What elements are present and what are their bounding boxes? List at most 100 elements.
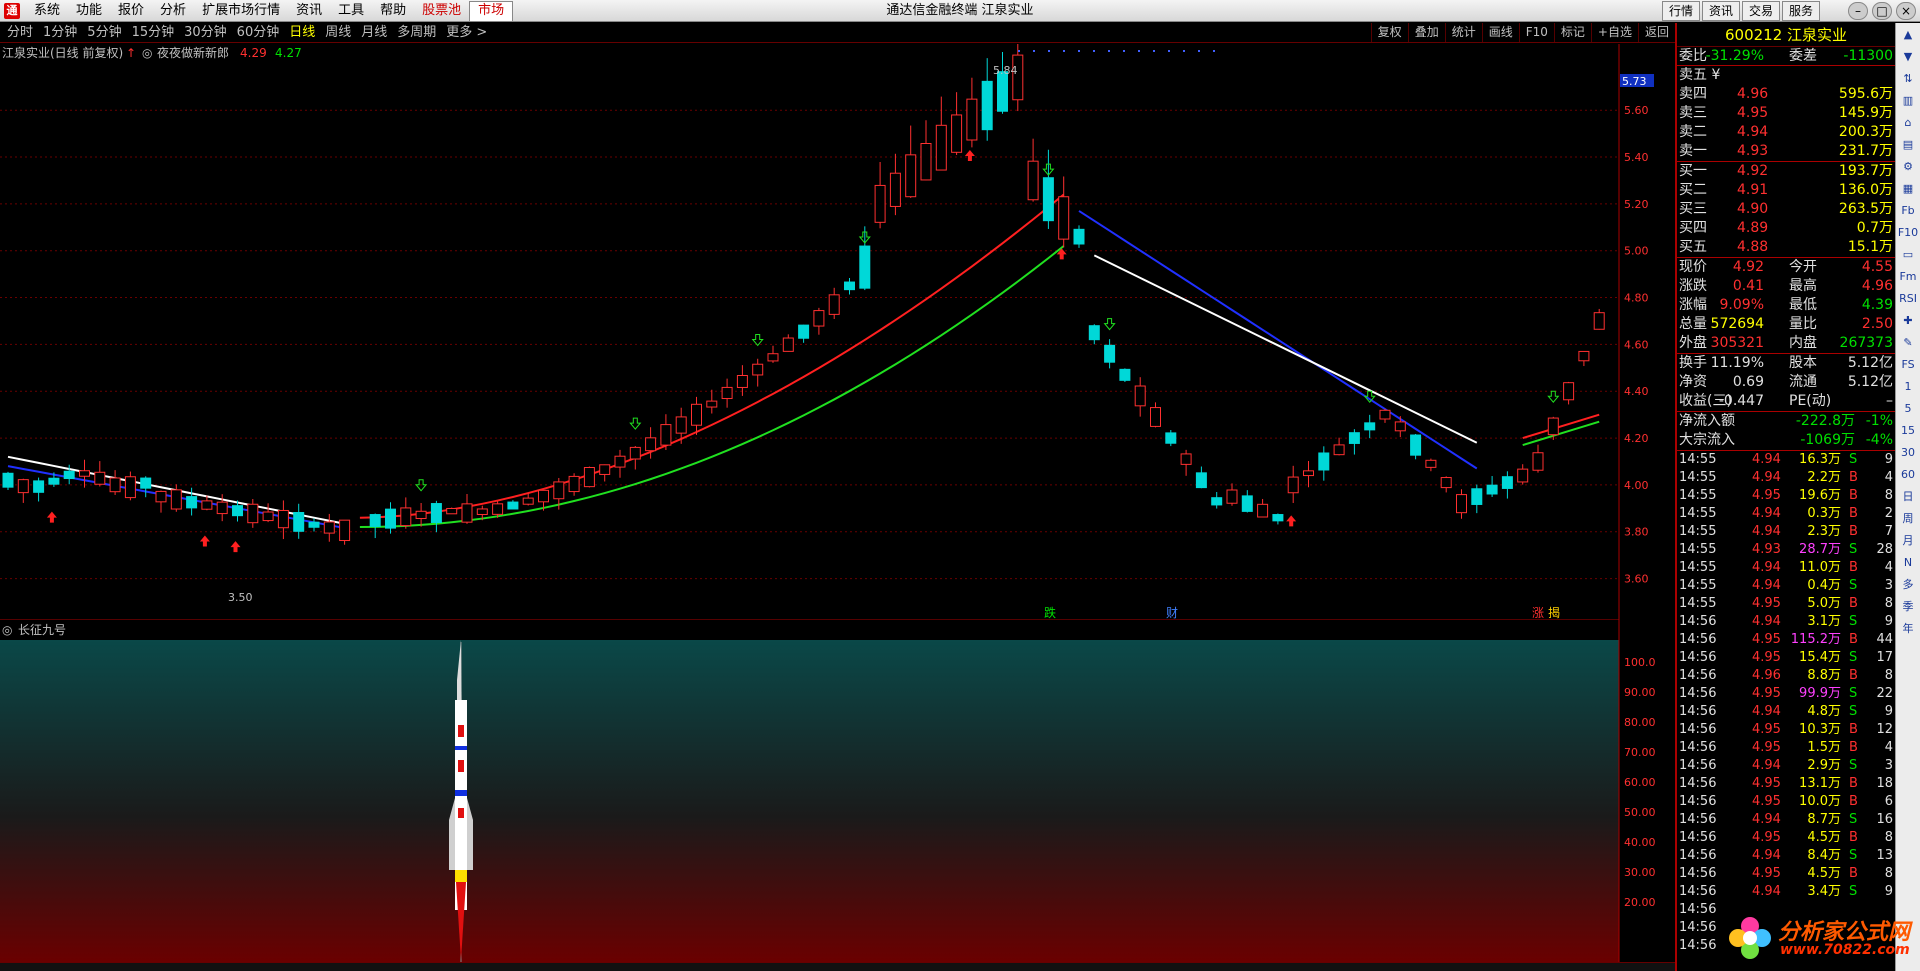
sub-tick-label: 100.0: [1624, 656, 1656, 669]
overlay-button[interactable]: 叠加: [1407, 23, 1445, 42]
add-watchlist-button[interactable]: +自选: [1590, 23, 1638, 42]
side-tool-8[interactable]: Fb: [1897, 201, 1919, 221]
period-tab-multi[interactable]: 多周期: [392, 23, 441, 43]
side-tool-25[interactable]: 多: [1897, 575, 1919, 595]
statistics-button[interactable]: 统计: [1444, 23, 1482, 42]
menu-item-extended-market[interactable]: 扩展市场行情: [194, 0, 288, 22]
side-tool-7[interactable]: ▦: [1897, 179, 1919, 199]
side-tool-19[interactable]: 30: [1897, 443, 1919, 463]
menu-item-quote[interactable]: 报价: [110, 0, 152, 22]
trade-button[interactable]: 交易: [1741, 1, 1780, 21]
side-tool-0[interactable]: ▲: [1897, 25, 1919, 45]
period-tab-timeshare[interactable]: 分时: [2, 23, 38, 43]
period-tab-1min[interactable]: 1分钟: [38, 23, 82, 43]
event-dot: [1108, 50, 1110, 52]
side-tool-12[interactable]: RSI: [1897, 289, 1919, 309]
menu-item-system[interactable]: 系统: [26, 0, 68, 22]
side-tool-21[interactable]: 日: [1897, 487, 1919, 507]
buy-level-row[interactable]: 买一 4.92 193.7万: [1677, 162, 1895, 181]
buy-level-row[interactable]: 买四 4.89 0.7万: [1677, 219, 1895, 238]
side-tool-22[interactable]: 周: [1897, 509, 1919, 529]
back-button[interactable]: 返回: [1637, 23, 1675, 42]
side-tool-26[interactable]: 季: [1897, 597, 1919, 617]
minimize-icon[interactable]: –: [1848, 2, 1868, 20]
buy-level-row[interactable]: 买二 4.91 136.0万: [1677, 181, 1895, 200]
tick-volume: 115.2万: [1790, 632, 1841, 647]
draw-line-button[interactable]: 画线: [1481, 23, 1519, 42]
current-price-tag-label: 5.73: [1622, 75, 1647, 88]
side-tool-15[interactable]: FS: [1897, 355, 1919, 375]
app-window: 通 系统 功能 报价 分析 扩展市场行情 资讯 工具 帮助 股票池 市场 通达信…: [0, 0, 1920, 971]
sub-indicator-title: 长征九号: [18, 623, 66, 637]
side-tool-16[interactable]: 1: [1897, 377, 1919, 397]
side-tool-27[interactable]: 年: [1897, 619, 1919, 639]
fundamental-row-cell: 5.12亿: [1847, 374, 1893, 390]
service-button[interactable]: 服务: [1781, 1, 1820, 21]
period-tab-5min[interactable]: 5分钟: [82, 23, 126, 43]
menu-item-market[interactable]: 市场: [469, 1, 514, 22]
period-tab-weekly[interactable]: 周线: [320, 23, 356, 43]
tick-volume: 19.6万: [1799, 488, 1841, 503]
side-tool-6[interactable]: ⚙: [1897, 157, 1919, 177]
order-diff-value: -11300: [1843, 48, 1893, 64]
side-tool-10[interactable]: ▭: [1897, 245, 1919, 265]
price-tick-label: 4.80: [1624, 292, 1649, 305]
period-tab-15min[interactable]: 15分钟: [127, 23, 180, 43]
menu-item-stock-pool[interactable]: 股票池: [414, 0, 469, 22]
stock-code-name[interactable]: 600212 江泉实业: [1677, 23, 1895, 47]
tick-side: B: [1849, 830, 1858, 845]
tick-price: 4.94: [1752, 560, 1781, 575]
kline-chart[interactable]: 江泉实业(日线 前复权) ↑ ◎ 夜夜做新新郎 4.29 4.27 5.60 5.…: [0, 44, 1675, 620]
period-tab-daily[interactable]: 日线: [284, 23, 320, 43]
buy-level-row[interactable]: 买三 4.90 263.5万: [1677, 200, 1895, 219]
side-tool-14[interactable]: ✎: [1897, 333, 1919, 353]
side-tool-23[interactable]: 月: [1897, 531, 1919, 551]
level-volume: 200.3万: [1838, 124, 1893, 140]
sell-level-row[interactable]: 卖四 4.96 595.6万: [1677, 85, 1895, 104]
level-price: 4.91: [1737, 182, 1769, 198]
indicator-toggle-icon[interactable]: ◎: [142, 46, 152, 60]
menu-item-analysis[interactable]: 分析: [152, 0, 194, 22]
tick-row: 14:56 4.95 13.1万 B 18: [1677, 775, 1895, 793]
menu-item-news[interactable]: 资讯: [288, 0, 330, 22]
side-tool-24[interactable]: N: [1897, 553, 1919, 573]
order-ratio-value: -31.29%: [1705, 48, 1764, 64]
close-icon[interactable]: ×: [1896, 2, 1916, 20]
side-tool-2[interactable]: ⇅: [1897, 69, 1919, 89]
candle: [1119, 368, 1131, 382]
news-button[interactable]: 资讯: [1701, 1, 1740, 21]
side-tool-20[interactable]: 60: [1897, 465, 1919, 485]
period-tab-monthly[interactable]: 月线: [356, 23, 392, 43]
sub-indicator-chart[interactable]: ◎ 长征九号 100.0 90.00 80.00 70.00 60.00 50.00 40.…: [0, 620, 1675, 962]
side-tool-18[interactable]: 15: [1897, 421, 1919, 441]
side-tool-4[interactable]: ⌂: [1897, 113, 1919, 133]
maximize-icon[interactable]: □: [1872, 2, 1892, 20]
sell-level-row[interactable]: 卖二 4.94 200.3万: [1677, 123, 1895, 142]
side-tool-3[interactable]: ▥: [1897, 91, 1919, 111]
f10-button[interactable]: F10: [1518, 23, 1554, 42]
side-tool-17[interactable]: 5: [1897, 399, 1919, 419]
quote-button[interactable]: 行情: [1661, 1, 1700, 21]
buy-level-row[interactable]: 买五 4.88 15.1万: [1677, 238, 1895, 257]
sell-level-row[interactable]: 卖一 4.93 231.7万: [1677, 142, 1895, 161]
side-tool-5[interactable]: ▤: [1897, 135, 1919, 155]
menu-item-function[interactable]: 功能: [68, 0, 110, 22]
side-tool-9[interactable]: F10: [1897, 223, 1919, 243]
side-tool-11[interactable]: Fm: [1897, 267, 1919, 287]
event-dot: [1183, 50, 1185, 52]
tick-price: 4.95: [1752, 776, 1781, 791]
side-tool-13[interactable]: ✚: [1897, 311, 1919, 331]
sell-level-row[interactable]: 卖三 4.95 145.9万: [1677, 104, 1895, 123]
menu-item-tools[interactable]: 工具: [330, 0, 372, 22]
tick-time: 14:55: [1679, 524, 1717, 539]
stat-row: 现价 4.92 今开 4.55: [1677, 258, 1895, 277]
sub-toggle-icon[interactable]: ◎: [2, 623, 12, 637]
period-tab-60min[interactable]: 60分钟: [232, 23, 285, 43]
side-tool-1[interactable]: ▼: [1897, 47, 1919, 67]
menu-item-help[interactable]: 帮助: [372, 0, 414, 22]
period-tab-more[interactable]: 更多 >: [441, 23, 492, 43]
mark-button[interactable]: 标记: [1553, 23, 1591, 42]
tick-count: 9: [1884, 884, 1893, 899]
restore-rights-button[interactable]: 复权: [1370, 23, 1408, 42]
period-tab-30min[interactable]: 30分钟: [179, 23, 232, 43]
